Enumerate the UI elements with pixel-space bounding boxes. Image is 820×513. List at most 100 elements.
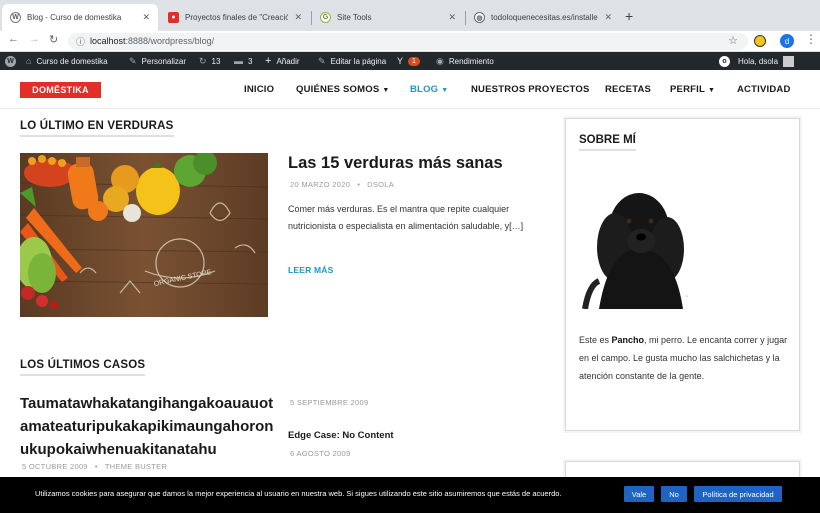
info-icon[interactable]: ⓘ	[76, 35, 85, 48]
site-name-link[interactable]: ⌂ Curso de domestika	[26, 52, 108, 70]
bookmark-star-icon[interactable]: ☆	[728, 34, 738, 47]
featured-post-image[interactable]: ORGANIC STORE	[20, 153, 268, 317]
browser-tab-installer[interactable]: ◍ todoloquenecesitas.es/installer.p ✕	[466, 4, 620, 31]
section-title-casos: LOS ÚLTIMOS CASOS	[20, 359, 146, 376]
nav-label: RECETAS	[605, 84, 652, 95]
site-header: DOMĒSTIKA INICIO QUIÉNES SOMOS ▼ BLOG ▼ NU…	[0, 70, 820, 109]
browser-tab-proyectos[interactable]: ● Proyectos finales de "Creación d ✕	[160, 4, 310, 31]
chevron-down-icon: ▼	[382, 87, 390, 94]
user-avatar	[783, 55, 795, 67]
button-label: No	[669, 489, 679, 499]
tab-title: todoloquenecesitas.es/installer.p	[491, 13, 599, 22]
case-post-date-b: 6 AGOSTO 2009	[290, 449, 351, 458]
vegetables-photo: ORGANIC STORE	[20, 153, 268, 317]
chevron-down-icon: ▼	[441, 87, 449, 94]
query-monitor-icon[interactable]: o	[719, 52, 730, 70]
nav-blog[interactable]: BLOG ▼	[410, 84, 448, 95]
yoast-badge: 1	[408, 56, 420, 66]
browser-tab-strip: W Blog - Curso de domestika ✕ ● Proyecto…	[0, 0, 820, 31]
customize-link[interactable]: ✎ Personalizar	[129, 52, 186, 70]
close-icon[interactable]: ✕	[142, 12, 150, 23]
brush-icon: ✎	[129, 55, 137, 66]
yoast-icon: Y	[397, 56, 404, 66]
nav-recetas[interactable]: RECETAS	[605, 84, 651, 95]
close-icon[interactable]: ✕	[294, 12, 302, 23]
bio-dog-name: Pancho	[611, 335, 645, 345]
wordpress-logo-icon[interactable]: W	[5, 52, 16, 70]
nav-label: BLOG	[410, 84, 439, 95]
new-tab-icon[interactable]: +	[625, 8, 633, 24]
profile-initial: d	[784, 36, 790, 46]
case-post-date-a: 5 SEPTIEMBRE 2009	[290, 398, 369, 407]
domestika-favicon-icon: ●	[168, 12, 179, 23]
nav-perfil[interactable]: PERFIL ▼	[670, 84, 715, 95]
post-date: 5 OCTUBRE 2009	[22, 462, 88, 471]
forward-arrow-icon[interactable]: →	[29, 33, 40, 45]
wp-admin-bar: W ⌂ Curso de domestika ✎ Personalizar ↻ 13 …	[0, 52, 820, 70]
featured-post-title[interactable]: Las 15 verduras más sanas	[288, 154, 503, 173]
cookie-consent-bar: Utilizamos cookies para asegurar que dam…	[0, 477, 820, 513]
bio-text: Este es	[579, 335, 612, 345]
nav-inicio[interactable]: INICIO	[244, 84, 274, 95]
accept-cookies-button[interactable]: Vale	[624, 486, 654, 502]
nav-label: NUESTROS PROYECTOS	[471, 84, 590, 95]
user-account-menu[interactable]: Hola, dsola	[738, 52, 795, 70]
reload-icon[interactable]: ↻	[49, 33, 58, 46]
site-logo[interactable]: DOMĒSTIKA	[20, 82, 101, 98]
case-post-title-edge[interactable]: Edge Case: No Content	[288, 430, 394, 441]
case-post-meta: 5 OCTUBRE 2009 • THEME BUSTER	[22, 462, 168, 471]
dog-photo: ⌂	[579, 169, 703, 309]
reject-cookies-button[interactable]: No	[661, 486, 687, 502]
plus-icon: +	[265, 55, 272, 67]
comments-link[interactable]: ▬ 3	[234, 52, 252, 70]
about-me-text: Este es Pancho, mi perro. Le encanta cor…	[579, 331, 791, 385]
performance-link[interactable]: ◉ Rendimiento	[436, 52, 494, 70]
address-bar[interactable]: ⓘ localhost:8888/wordpress/blog/ ☆	[68, 33, 748, 50]
button-label: Política de privacidad	[702, 489, 774, 499]
edit-page-label: Editar la página	[330, 56, 387, 66]
browser-tab-blog[interactable]: W Blog - Curso de domestika ✕	[2, 4, 158, 31]
wordpress-favicon-icon: W	[10, 12, 21, 23]
url-host: localhost	[90, 36, 126, 46]
widget-title: SOBRE MÍ	[579, 134, 636, 151]
speedometer-icon: ◉	[436, 55, 444, 66]
updates-link[interactable]: ↻ 13	[199, 52, 220, 70]
greeting-label: Hola, dsola	[738, 56, 779, 66]
nav-label: ACTIVIDAD	[737, 84, 791, 95]
close-icon[interactable]: ✕	[604, 12, 612, 23]
extension-icon[interactable]	[754, 35, 766, 47]
nav-label: INICIO	[244, 84, 275, 95]
edit-page-link[interactable]: ✎ Editar la página	[318, 52, 386, 70]
kebab-menu-icon[interactable]: ⋮	[805, 32, 817, 46]
back-arrow-icon[interactable]: ←	[8, 33, 19, 45]
tab-title: Site Tools	[337, 13, 372, 22]
profile-avatar[interactable]: d	[780, 34, 794, 48]
home-icon: ⌂	[26, 56, 32, 66]
tab-title: Blog - Curso de domestika	[27, 13, 122, 22]
logo-text: DOMĒSTIKA	[32, 85, 89, 95]
featured-post-excerpt: Comer más verduras. Es el mantra que rep…	[288, 204, 524, 231]
nav-actividad[interactable]: ACTIVIDAD	[737, 84, 791, 95]
url-path: :8888/wordpress/blog/	[125, 36, 215, 46]
performance-label: Rendimiento	[448, 56, 494, 66]
tab-title: Proyectos finales de "Creación d	[185, 13, 289, 22]
case-post-title[interactable]: Taumatawhakatangihangakoauauotamateaturi…	[20, 392, 275, 461]
read-more-link[interactable]: LEER MÁS	[288, 265, 334, 275]
post-author[interactable]: THEME BUSTER	[105, 462, 167, 471]
nav-label: QUIÉNES SOMOS	[296, 84, 380, 95]
yoast-menu[interactable]: Y1	[397, 52, 420, 70]
add-new-label: Añadir	[276, 56, 300, 66]
close-icon[interactable]: ✕	[448, 12, 456, 23]
privacy-policy-button[interactable]: Política de privacidad	[694, 486, 782, 502]
nav-nuestros-proyectos[interactable]: NUESTROS PROYECTOS	[471, 84, 590, 95]
post-author[interactable]: DSOLA	[367, 180, 394, 189]
post-date: 20 MARZO 2020	[290, 180, 351, 189]
browser-tab-site-tools[interactable]: G Site Tools ✕	[312, 4, 464, 31]
nav-quienes-somos[interactable]: QUIÉNES SOMOS ▼	[296, 84, 390, 95]
cookie-message: Utilizamos cookies para asegurar que dam…	[35, 489, 562, 498]
chevron-down-icon: ▼	[707, 87, 716, 94]
section-title-verduras: LO ÚLTIMO EN VERDURAS	[20, 120, 174, 137]
comments-count: 3	[248, 56, 253, 66]
add-new-link[interactable]: + Añadir	[265, 52, 300, 70]
updates-count: 13	[211, 56, 221, 66]
